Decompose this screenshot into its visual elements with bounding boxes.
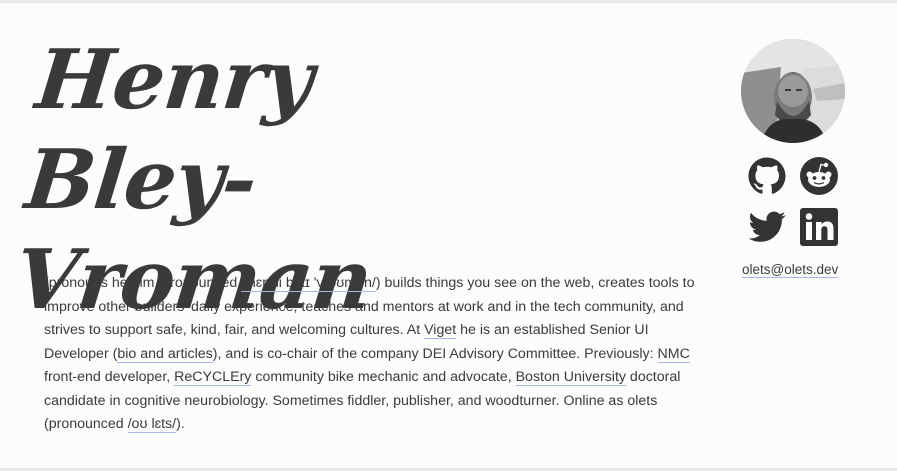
bio-text: (pronouns he/him, pronounced bbox=[44, 275, 242, 291]
linkedin-icon bbox=[800, 208, 838, 246]
nmc-link[interactable]: NMC bbox=[657, 345, 690, 363]
avatar-photo bbox=[741, 39, 845, 143]
viget-link[interactable]: Viget bbox=[424, 322, 457, 339]
pronunciation-link[interactable]: /'hɛn.ɹi blaɪ 'vɹəʊmən/ bbox=[241, 275, 376, 292]
bio-and-articles-link[interactable]: bio and articles bbox=[117, 345, 213, 363]
recyclery-link[interactable]: ReCYCLEry bbox=[174, 369, 252, 386]
github-icon bbox=[748, 157, 786, 194]
boston-university-link[interactable]: Boston University bbox=[515, 369, 626, 386]
bio-text: ), and is co-chair of the company DEI Ad… bbox=[212, 345, 658, 362]
avatar bbox=[741, 39, 845, 143]
bio-text: front-end developer, bbox=[44, 369, 175, 385]
reddit-link[interactable] bbox=[799, 156, 839, 196]
bio-text: community bike mechanic and advocate, bbox=[251, 369, 516, 385]
email-link[interactable]: olets@olets.dev bbox=[742, 262, 839, 278]
bio-paragraph: (pronouns he/him, pronounced /'hɛn.ɹi bl… bbox=[44, 272, 704, 437]
github-link[interactable] bbox=[747, 156, 787, 196]
twitter-icon bbox=[748, 211, 786, 242]
twitter-link[interactable] bbox=[747, 207, 787, 247]
bio-text: ). bbox=[176, 416, 185, 432]
linkedin-link[interactable] bbox=[799, 207, 839, 247]
title-first-name: Henry bbox=[31, 32, 317, 128]
reddit-icon bbox=[800, 157, 838, 195]
top-divider bbox=[0, 0, 897, 3]
olets-pronunciation-link[interactable]: /oʊ lɛts/ bbox=[127, 416, 177, 433]
